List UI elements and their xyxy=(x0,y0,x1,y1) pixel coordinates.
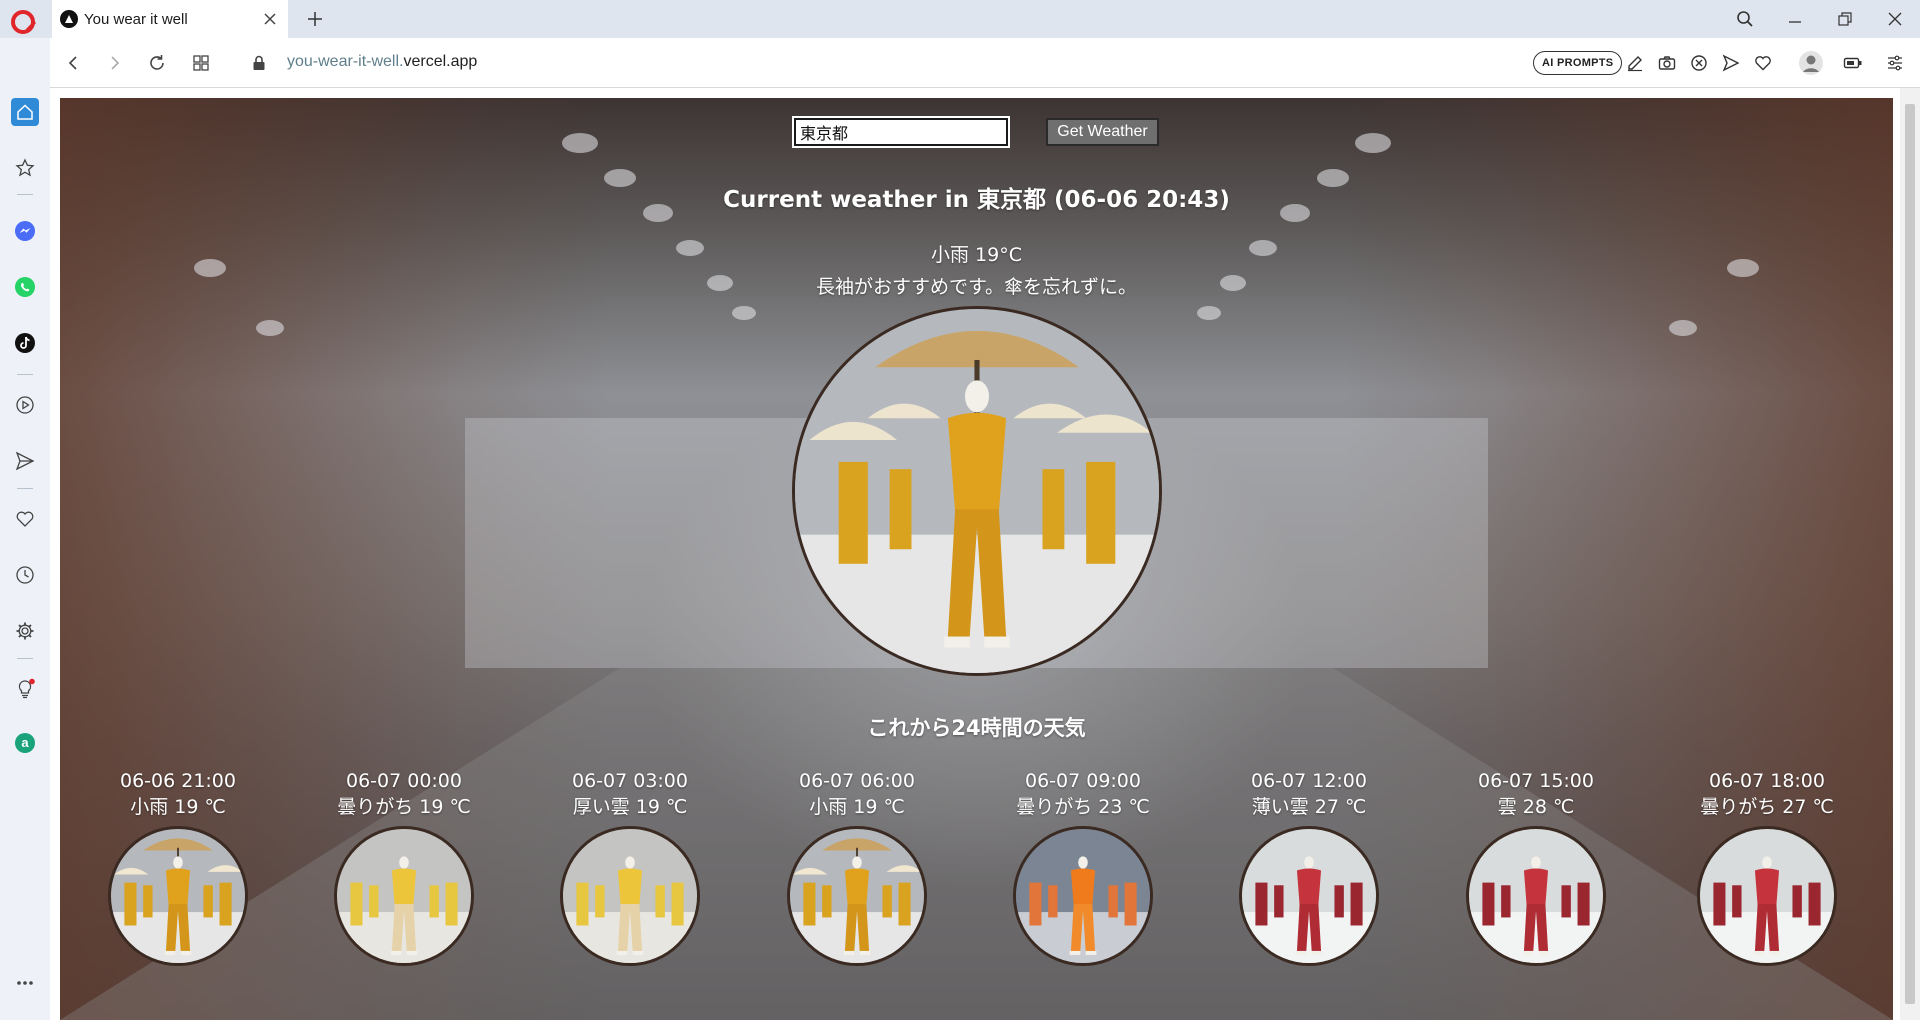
forecast-item: 06-07 06:00 小雨 19 ℃ xyxy=(757,768,957,966)
search-tabs-icon[interactable] xyxy=(1725,4,1765,34)
forecast-time: 06-07 15:00 xyxy=(1477,770,1594,792)
current-weather-heading: Current weather in 東京都 (06-06 20:43) xyxy=(723,187,1230,213)
forecast-item: 06-07 09:00 曇りがち 23 ℃ xyxy=(983,768,1183,966)
forecast-outfit-image xyxy=(1013,826,1153,966)
bookmarks-heart-icon[interactable] xyxy=(12,506,38,532)
forecast-item: 06-07 12:00 薄い雲 27 ℃ xyxy=(1209,768,1409,966)
url-text[interactable]: you-wear-it-well.vercel.app xyxy=(287,53,477,71)
forecast-outfit-image xyxy=(1697,826,1837,966)
sidebar-divider xyxy=(17,374,33,375)
scrollbar-thumb[interactable] xyxy=(1905,104,1915,1004)
flow-icon[interactable] xyxy=(12,448,38,474)
close-window-icon[interactable] xyxy=(1875,4,1915,34)
browser-sidebar: a xyxy=(0,38,50,1020)
url-domain: vercel.app xyxy=(403,53,478,70)
current-outfit-image xyxy=(792,306,1162,676)
tab-title: You wear it well xyxy=(84,10,188,28)
whatsapp-icon[interactable] xyxy=(12,274,38,300)
send-icon[interactable] xyxy=(1720,52,1742,74)
browser-tab[interactable]: You wear it well xyxy=(52,0,288,38)
url-subdomain: you-wear-it-well. xyxy=(287,53,404,70)
forecast-item: 06-06 21:00 小雨 19 ℃ xyxy=(78,768,278,966)
forecast-time: 06-07 12:00 xyxy=(1250,770,1367,792)
current-condition: 小雨 19°C xyxy=(931,244,1022,266)
search-row: Get Weather xyxy=(60,116,1893,148)
lock-icon[interactable] xyxy=(246,50,272,76)
sidebar-divider xyxy=(17,658,33,659)
address-bar: you-wear-it-well.vercel.app AI PROMPTS xyxy=(50,38,1920,88)
ad-block-icon[interactable] xyxy=(1688,52,1710,74)
forecast-outfit-image xyxy=(334,826,474,966)
forecast-condition: 厚い雲 19 ℃ xyxy=(572,796,688,818)
minimize-icon[interactable] xyxy=(1775,4,1815,34)
sidebar-divider xyxy=(17,488,33,489)
forecast-list: 06-06 21:00 小雨 19 ℃ 06-07 00:00 曇りがち 19 ℃ 06… xyxy=(60,768,1893,1008)
forecast-item: 06-07 18:00 曇りがち 27 ℃ xyxy=(1667,768,1867,966)
forecast-time: 06-07 00:00 xyxy=(345,770,462,792)
edit-icon[interactable] xyxy=(1624,52,1646,74)
forecast-outfit-image xyxy=(1239,826,1379,966)
back-icon[interactable] xyxy=(60,50,86,76)
forecast-heading: これから24時間の天気 xyxy=(867,716,1086,740)
page-scrollbar[interactable] xyxy=(1900,88,1920,1020)
clothing-advice: 長袖がおすすめです。傘を忘れずに。 xyxy=(815,276,1138,298)
tab-grid-icon[interactable] xyxy=(188,50,214,76)
tab-bar: You wear it well xyxy=(0,0,1920,38)
home-icon[interactable] xyxy=(11,98,39,126)
forward-icon[interactable] xyxy=(102,50,128,76)
tiktok-icon[interactable] xyxy=(12,330,38,356)
lightbulb-icon[interactable] xyxy=(12,676,38,702)
history-icon[interactable] xyxy=(12,562,38,588)
sidebar-divider xyxy=(17,194,33,195)
forecast-time: 06-07 06:00 xyxy=(798,770,915,792)
forecast-condition: 曇りがち 19 ℃ xyxy=(337,796,471,818)
forecast-condition: 小雨 19 ℃ xyxy=(809,796,905,818)
forecast-time: 06-07 03:00 xyxy=(571,770,688,792)
forecast-condition: 雲 28 ℃ xyxy=(1497,796,1575,818)
forecast-item: 06-07 00:00 曇りがち 19 ℃ xyxy=(304,768,504,966)
camera-icon[interactable] xyxy=(1656,52,1678,74)
amazon-icon[interactable]: a xyxy=(12,730,38,756)
forecast-outfit-image xyxy=(787,826,927,966)
messenger-icon[interactable] xyxy=(12,218,38,244)
forecast-condition: 曇りがち 27 ℃ xyxy=(1700,796,1834,818)
tab-close-icon[interactable] xyxy=(258,7,282,31)
restore-icon[interactable] xyxy=(1825,4,1865,34)
weather-page: Get Weather Current weather in 東京都 (06-0… xyxy=(60,98,1893,1020)
forecast-item: 06-07 15:00 雲 28 ℃ xyxy=(1436,768,1636,966)
forecast-time: 06-06 21:00 xyxy=(119,770,236,792)
forecast-time: 06-07 09:00 xyxy=(1024,770,1141,792)
get-weather-button[interactable]: Get Weather xyxy=(1046,118,1159,146)
forecast-condition: 小雨 19 ℃ xyxy=(130,796,226,818)
speed-dial-icon[interactable] xyxy=(12,155,38,181)
battery-saver-icon[interactable] xyxy=(1842,52,1864,74)
forecast-outfit-image xyxy=(1466,826,1606,966)
easy-setup-icon[interactable] xyxy=(1884,52,1906,74)
reload-icon[interactable] xyxy=(144,50,170,76)
city-input[interactable] xyxy=(792,116,1010,148)
forecast-outfit-image xyxy=(108,826,248,966)
forecast-time: 06-07 18:00 xyxy=(1708,770,1825,792)
forecast-condition: 薄い雲 27 ℃ xyxy=(1251,796,1367,818)
heart-icon[interactable] xyxy=(1752,52,1774,74)
more-options-icon[interactable] xyxy=(12,970,38,996)
player-icon[interactable] xyxy=(12,392,38,418)
forecast-outfit-image xyxy=(560,826,700,966)
svg-text:a: a xyxy=(21,735,29,750)
forecast-item: 06-07 03:00 厚い雲 19 ℃ xyxy=(530,768,730,966)
opera-logo-icon[interactable] xyxy=(10,8,38,36)
settings-gear-icon[interactable] xyxy=(12,618,38,644)
forecast-condition: 曇りがち 23 ℃ xyxy=(1016,796,1150,818)
profile-avatar-icon[interactable] xyxy=(1798,50,1824,76)
new-tab-button[interactable] xyxy=(302,6,328,32)
vercel-favicon-icon xyxy=(60,10,78,28)
ai-prompts-button[interactable]: AI PROMPTS xyxy=(1533,51,1623,75)
